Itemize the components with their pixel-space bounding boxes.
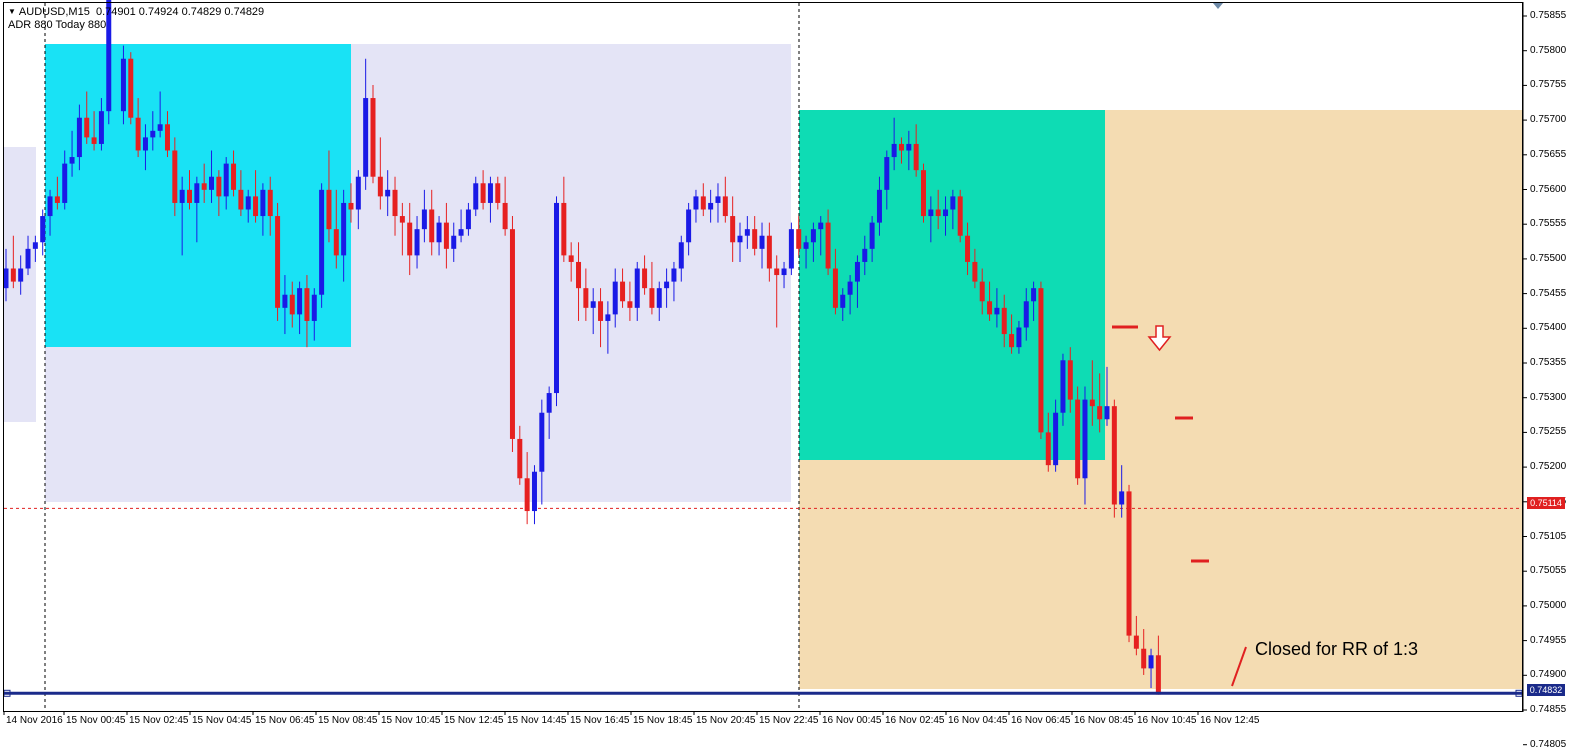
bear-candle bbox=[1126, 484, 1132, 643]
time-tick-label: 16 Nov 10:45 bbox=[1137, 715, 1197, 726]
price-tick-label: 0.75500 bbox=[1530, 252, 1567, 264]
ohlc-values: 0.74901 0.74924 0.74829 0.74829 bbox=[95, 6, 265, 18]
price-tag-blue: 0.74832 bbox=[1527, 684, 1565, 696]
price-tick-label: 0.75200 bbox=[1530, 461, 1567, 473]
bull-candle bbox=[319, 183, 325, 308]
candlestick-chart[interactable] bbox=[0, 0, 1596, 747]
time-tick-label: 15 Nov 12:45 bbox=[444, 715, 504, 726]
trade-annotation: Closed for RR of 1:3 bbox=[1255, 639, 1419, 659]
bull-candle bbox=[40, 209, 46, 256]
price-tick-label: 0.75800 bbox=[1530, 44, 1567, 56]
time-tick-label: 14 Nov 2016 bbox=[6, 715, 63, 726]
time-tick-label: 15 Nov 18:45 bbox=[633, 715, 693, 726]
price-tick-label: 0.75300 bbox=[1530, 391, 1567, 403]
bear-candle bbox=[957, 189, 963, 243]
time-tick-label: 15 Nov 08:45 bbox=[318, 715, 378, 726]
bull-candle bbox=[531, 465, 537, 525]
symbol-header: ▼ AUDUSD,M15 0.74901 0.74924 0.74829 0.74… bbox=[8, 6, 264, 18]
bear-candle bbox=[370, 84, 376, 184]
price-tag-red: 0.75114 bbox=[1527, 497, 1565, 509]
price-tick-label: 0.74805 bbox=[1530, 738, 1567, 750]
bear-candle bbox=[1038, 281, 1044, 439]
price-tick-label: 0.75105 bbox=[1530, 530, 1567, 542]
price-tick-label: 0.75700 bbox=[1530, 114, 1567, 126]
bull-candle bbox=[554, 196, 559, 407]
price-tick-label: 0.74855 bbox=[1530, 704, 1567, 715]
price-tick-label: 0.75055 bbox=[1530, 565, 1567, 577]
time-tick-label: 15 Nov 10:45 bbox=[381, 715, 441, 726]
bull-candle bbox=[106, 0, 112, 125]
time-tick-label: 15 Nov 16:45 bbox=[570, 715, 630, 726]
bear-candle bbox=[509, 216, 515, 453]
price-tick-label: 0.74955 bbox=[1530, 634, 1567, 646]
current-range-box bbox=[799, 110, 1105, 460]
price-tick-label: 0.75000 bbox=[1530, 599, 1567, 611]
bear-candle bbox=[128, 52, 134, 125]
collapse-triangle-icon[interactable]: ▼ bbox=[8, 6, 16, 18]
price-tick-label: 0.75555 bbox=[1530, 218, 1567, 230]
time-tick-label: 15 Nov 06:45 bbox=[255, 715, 315, 726]
price-tick-label: 0.75400 bbox=[1530, 322, 1567, 334]
bear-candle bbox=[1111, 399, 1117, 518]
price-tick-label: 0.75855 bbox=[1530, 10, 1567, 21]
bear-candle bbox=[1075, 386, 1081, 485]
bear-candle bbox=[275, 202, 281, 321]
trading-chart-window[interactable]: ▼ AUDUSD,M15 0.74901 0.74924 0.74829 0.74… bbox=[0, 0, 1596, 750]
time-tick-label: 16 Nov 04:45 bbox=[948, 715, 1008, 726]
time-tick-label: 15 Nov 22:45 bbox=[759, 715, 819, 726]
time-tick-label: 15 Nov 20:45 bbox=[696, 715, 756, 726]
adr-indicator-label: ADR 880 Today 880 bbox=[8, 19, 107, 31]
symbol-label: AUDUSD,M15 bbox=[18, 6, 90, 18]
price-tick-label: 0.74900 bbox=[1530, 669, 1567, 681]
price-tick-label: 0.75755 bbox=[1530, 79, 1567, 91]
time-tick-label: 15 Nov 04:45 bbox=[192, 715, 252, 726]
time-tick-label: 15 Nov 14:45 bbox=[507, 715, 567, 726]
price-tick-label: 0.75355 bbox=[1530, 357, 1567, 368]
time-tick-label: 16 Nov 00:45 bbox=[822, 715, 882, 726]
time-tick-label: 15 Nov 02:45 bbox=[129, 715, 189, 726]
time-tick-label: 16 Nov 08:45 bbox=[1074, 715, 1134, 726]
time-tick-label: 16 Nov 12:45 bbox=[1200, 715, 1260, 726]
price-tick-label: 0.75255 bbox=[1530, 426, 1567, 438]
session-boxes bbox=[3, 44, 1522, 689]
time-tick-label: 15 Nov 00:45 bbox=[66, 715, 126, 726]
bull-candle bbox=[788, 222, 794, 276]
price-tick-label: 0.75655 bbox=[1530, 148, 1567, 160]
scroll-marker-icon bbox=[1213, 3, 1223, 9]
bear-candle bbox=[921, 163, 926, 223]
time-tick-label: 16 Nov 06:45 bbox=[1011, 715, 1071, 726]
price-tick-label: 0.75455 bbox=[1530, 287, 1567, 299]
time-tick-label: 16 Nov 02:45 bbox=[885, 715, 945, 726]
price-tick-label: 0.75600 bbox=[1530, 183, 1567, 195]
